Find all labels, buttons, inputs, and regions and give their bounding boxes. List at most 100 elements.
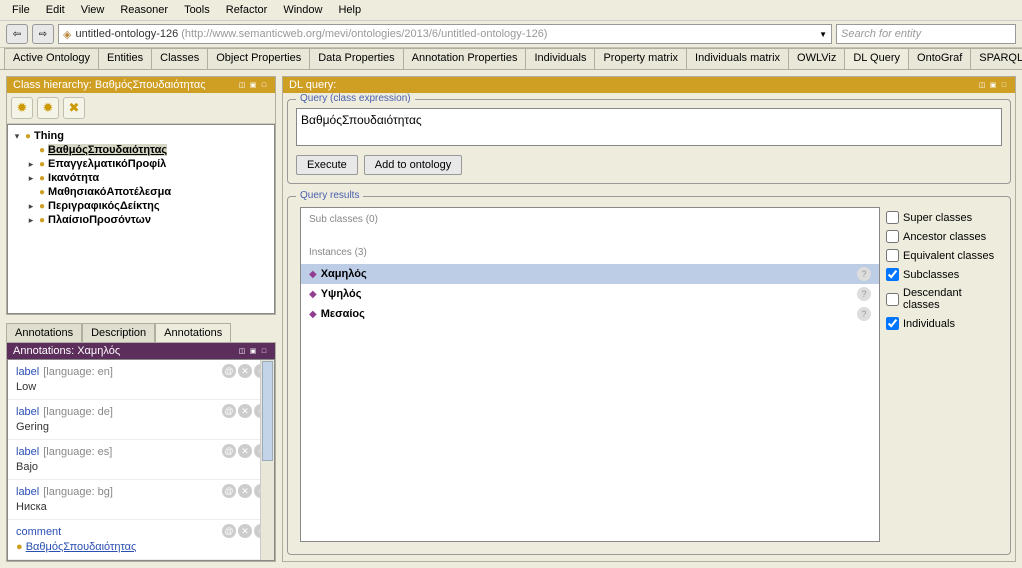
tab-entities[interactable]: Entities (98, 48, 152, 69)
tab-annotation-properties[interactable]: Annotation Properties (403, 48, 527, 69)
ann-delete-icon[interactable]: ✕ (238, 404, 252, 418)
tab-owlviz[interactable]: OWLViz (788, 48, 845, 69)
tree-node[interactable]: ▸●Ικανότητα (12, 171, 270, 185)
option-descendant-classes[interactable]: Descendant classes (886, 287, 998, 311)
query-input[interactable]: ΒαθμόςΣπουδαιότητας (296, 108, 1002, 146)
tab-object-properties[interactable]: Object Properties (207, 48, 310, 69)
class-hierarchy-header: Class hierarchy: ΒαθμόςΣπουδαιότητας ◫▣□ (7, 77, 275, 93)
tree-node-thing[interactable]: ▾●Thing (12, 129, 270, 143)
tab-sparql-query[interactable]: SPARQL Query (970, 48, 1022, 69)
annotation-item[interactable]: label[language: en]@✕○Low (8, 360, 274, 400)
annotation-item[interactable]: label[language: bg]@✕○Ниска (8, 480, 274, 520)
panel-btn-icon[interactable]: ◫ (237, 346, 247, 356)
result-instance[interactable]: ◆Υψηλός? (301, 284, 879, 304)
ann-edit-icon[interactable]: @ (222, 404, 236, 418)
option-subclasses[interactable]: Subclasses (886, 268, 998, 281)
add-to-ontology-button[interactable]: Add to ontology (364, 155, 462, 175)
annotation-item[interactable]: label[language: es]@✕○Bajo (8, 440, 274, 480)
ann-edit-icon[interactable]: @ (222, 444, 236, 458)
tree-node[interactable]: ▸●ΠλαίσιοΠροσόντων (12, 213, 270, 227)
annotations-list[interactable]: label[language: en]@✕○Lowlabel[language:… (7, 359, 275, 561)
tab-active-ontology[interactable]: Active Ontology (4, 48, 99, 69)
option-individuals[interactable]: Individuals (886, 317, 998, 330)
sub-tab-description[interactable]: Description (82, 323, 155, 342)
tree-node[interactable]: ●ΒαθμόςΣπουδαιότητας (12, 143, 270, 157)
tab-individuals[interactable]: Individuals (525, 48, 595, 69)
add-child-button[interactable]: ✹ (37, 97, 59, 119)
panel-btn-icon[interactable]: ▣ (248, 80, 258, 90)
help-icon[interactable]: ? (857, 307, 871, 321)
panel-btn-icon[interactable]: ◫ (977, 80, 987, 90)
ann-delete-icon[interactable]: ✕ (238, 484, 252, 498)
menu-edit[interactable]: Edit (38, 2, 73, 18)
back-button[interactable]: ⇦ (6, 24, 28, 44)
ann-delete-icon[interactable]: ✕ (238, 524, 252, 538)
menu-window[interactable]: Window (275, 2, 330, 18)
tab-classes[interactable]: Classes (151, 48, 208, 69)
tree-node[interactable]: ●ΜαθησιακόΑποτέλεσμα (12, 185, 270, 199)
option-super-classes[interactable]: Super classes (886, 211, 998, 224)
sub-tab-annotations[interactable]: Annotations (6, 323, 82, 342)
panel-btn-icon[interactable]: ▣ (248, 346, 258, 356)
panel-btn-icon[interactable]: ▣ (988, 80, 998, 90)
help-icon[interactable]: ? (857, 287, 871, 301)
query-options: Super classes Ancestor classes Equivalent … (886, 207, 998, 542)
tab-dl-query[interactable]: DL Query (844, 48, 909, 69)
ontology-selector[interactable]: ◈ untitled-ontology-126 (http://www.sema… (58, 24, 832, 44)
diamond-icon: ◈ (63, 28, 71, 41)
result-instance[interactable]: ◆Μεσαίος? (301, 304, 879, 324)
query-results-section: Query results Sub classes (0)Instances (… (287, 196, 1011, 555)
forward-button[interactable]: ⇨ (32, 24, 54, 44)
help-icon[interactable]: ? (857, 267, 871, 281)
query-expression-section: Query (class expression) ΒαθμόςΣπουδαιότ… (287, 99, 1011, 184)
ann-edit-icon[interactable]: @ (222, 484, 236, 498)
main-tabs: Active OntologyEntitiesClassesObject Pro… (0, 48, 1022, 70)
search-input[interactable]: Search for entity (836, 24, 1016, 44)
tab-property-matrix[interactable]: Property matrix (594, 48, 687, 69)
tab-ontograf[interactable]: OntoGraf (908, 48, 971, 69)
menu-refactor[interactable]: Refactor (218, 2, 276, 18)
menubar: FileEditViewReasonerToolsRefactorWindowH… (0, 0, 1022, 21)
subclasses-label: Sub classes (0) (301, 208, 879, 231)
ann-delete-icon[interactable]: ✕ (238, 364, 252, 378)
tab-individuals-matrix[interactable]: Individuals matrix (686, 48, 789, 69)
ann-delete-icon[interactable]: ✕ (238, 444, 252, 458)
annotations-header: Annotations: Χαμηλός ◫▣□ (7, 343, 275, 359)
execute-button[interactable]: Execute (296, 155, 358, 175)
ann-edit-icon[interactable]: @ (222, 524, 236, 538)
option-equivalent-classes[interactable]: Equivalent classes (886, 249, 998, 262)
menu-reasoner[interactable]: Reasoner (112, 2, 176, 18)
tree-node[interactable]: ▸●ΠεριγραφικόςΔείκτης (12, 199, 270, 213)
result-instance[interactable]: ◆Χαμηλός? (301, 264, 879, 284)
class-tree[interactable]: ▾●Thing ●ΒαθμόςΣπουδαιότητας▸●Επαγγελματ… (7, 124, 275, 314)
panel-btn-icon[interactable]: □ (259, 80, 269, 90)
instances-label: Instances (3) (301, 241, 879, 264)
sub-tabs: AnnotationsDescriptionAnnotations (6, 323, 276, 342)
panel-btn-icon[interactable]: □ (999, 80, 1009, 90)
results-list[interactable]: Sub classes (0) Instances (3)◆Χαμηλός?◆Υψ… (300, 207, 880, 542)
add-sibling-button[interactable]: ✹ (11, 97, 33, 119)
tree-toolbar: ✹ ✹ ✖ (7, 93, 275, 124)
dl-query-header: DL query: ◫▣□ (283, 77, 1015, 93)
ontology-title: untitled-ontology-126 (75, 28, 178, 40)
sub-tab-annotations[interactable]: Annotations (155, 323, 231, 342)
tab-data-properties[interactable]: Data Properties (309, 48, 403, 69)
annotation-item[interactable]: label[language: de]@✕○Gering (8, 400, 274, 440)
ontology-url: (http://www.semanticweb.org/mevi/ontolog… (181, 28, 547, 40)
results-legend: Query results (296, 190, 363, 201)
menu-help[interactable]: Help (330, 2, 369, 18)
menu-tools[interactable]: Tools (176, 2, 218, 18)
option-ancestor-classes[interactable]: Ancestor classes (886, 230, 998, 243)
scrollbar[interactable] (260, 360, 274, 560)
query-legend: Query (class expression) (296, 93, 415, 104)
toolbar: ⇦ ⇨ ◈ untitled-ontology-126 (http://www.… (0, 21, 1022, 48)
menu-view[interactable]: View (73, 2, 113, 18)
menu-file[interactable]: File (4, 2, 38, 18)
panel-btn-icon[interactable]: ◫ (237, 80, 247, 90)
dropdown-icon: ▼ (819, 30, 827, 39)
delete-button[interactable]: ✖ (63, 97, 85, 119)
panel-btn-icon[interactable]: □ (259, 346, 269, 356)
annotation-item[interactable]: comment@✕○● ΒαθμόςΣπουδαιότητας (8, 520, 274, 560)
ann-edit-icon[interactable]: @ (222, 364, 236, 378)
tree-node[interactable]: ▸●ΕπαγγελματικόΠροφίλ (12, 157, 270, 171)
